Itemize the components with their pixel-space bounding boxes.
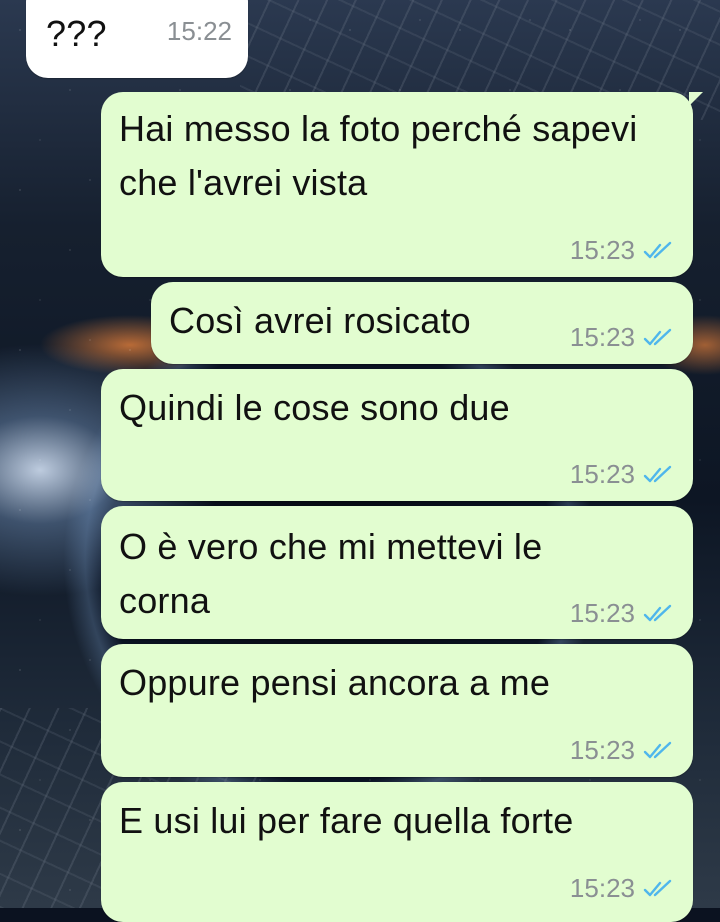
message-time: 15:23: [569, 235, 635, 265]
message-bubble-outgoing[interactable]: Così avrei rosicato 15:23: [151, 282, 693, 364]
message-text: O è vero che mi mettevi le corna: [119, 526, 543, 621]
double-check-icon: [643, 604, 672, 621]
message-bubble-outgoing[interactable]: Quindi le cose sono due 15:23: [101, 369, 693, 501]
message-text: Quindi le cose sono due: [119, 387, 510, 428]
message-text: ???: [46, 13, 107, 54]
message-text: Hai messo la foto perché sapevi che l'av…: [119, 108, 638, 203]
message-bubble-outgoing[interactable]: Hai messo la foto perché sapevi che l'av…: [101, 92, 703, 277]
message-meta: 15:22: [167, 16, 232, 47]
message-bubble-outgoing[interactable]: E usi lui per fare quella forte 15:23: [101, 782, 693, 922]
message-list[interactable]: ??? 15:22 Hai messo la foto perché sapev…: [0, 0, 720, 922]
double-check-icon: [643, 241, 672, 258]
message-text: Così avrei rosicato: [169, 300, 471, 341]
message-bubble-outgoing[interactable]: O è vero che mi mettevi le corna 15:23: [101, 506, 693, 639]
message-bubble-incoming[interactable]: ??? 15:22: [26, 0, 248, 78]
message-meta: 15:23: [570, 598, 673, 629]
message-meta: 15:23: [570, 235, 673, 266]
message-bubble-outgoing[interactable]: Oppure pensi ancora a me 15:23: [101, 644, 693, 777]
double-check-icon: [643, 328, 672, 345]
message-meta: 15:23: [570, 873, 673, 904]
message-time: 15:23: [569, 873, 635, 903]
double-check-icon: [643, 879, 672, 896]
double-check-icon: [643, 465, 672, 482]
message-time: 15:23: [569, 322, 635, 352]
message-time: 15:23: [569, 598, 635, 628]
message-time: 15:23: [569, 459, 635, 489]
message-time: 15:23: [569, 735, 635, 765]
message-meta: 15:23: [570, 322, 673, 353]
message-text: Oppure pensi ancora a me: [119, 662, 551, 703]
message-time: 15:22: [166, 16, 232, 46]
message-text: E usi lui per fare quella forte: [119, 800, 574, 841]
message-meta: 15:23: [570, 735, 673, 766]
message-meta: 15:23: [570, 459, 673, 490]
double-check-icon: [643, 741, 672, 758]
